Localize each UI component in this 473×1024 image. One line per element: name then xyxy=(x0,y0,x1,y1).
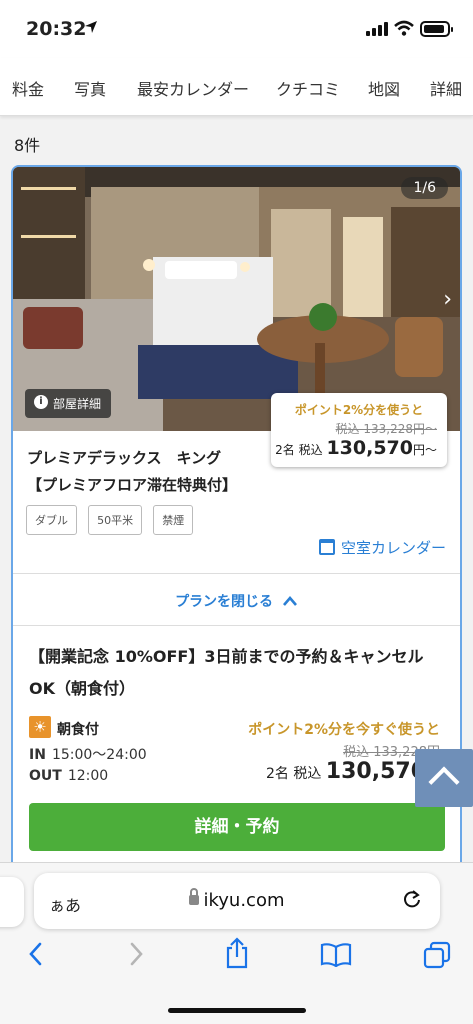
room-tags: ダブル 50平米 禁煙 xyxy=(26,505,199,535)
calendar-icon xyxy=(318,539,335,555)
divider xyxy=(13,573,460,574)
home-indicator xyxy=(168,1008,306,1013)
tabs-icon[interactable] xyxy=(422,941,452,969)
checkin-label: IN xyxy=(29,747,46,763)
tag-bed-type: ダブル xyxy=(26,505,77,535)
url-display: ikyu.com xyxy=(34,888,440,911)
room-current-price: 2名 税込 130,570円〜 xyxy=(275,437,437,459)
tab-reviews[interactable]: クチコミ xyxy=(276,76,340,100)
vacancy-calendar-label: 空室カレンダー xyxy=(340,539,446,557)
divider xyxy=(13,625,460,626)
room-detail-label: 部屋詳細 xyxy=(53,397,102,411)
room-price-suffix: 円〜 xyxy=(412,443,437,457)
room-name-line1: プレミアデラックス キング xyxy=(27,449,222,467)
bookmarks-icon[interactable] xyxy=(320,943,352,967)
room-photo[interactable]: 1/6 › i 部屋詳細 xyxy=(13,167,460,431)
address-bar[interactable]: ぁあ ikyu.com xyxy=(34,873,440,929)
close-plans-label: プランを閉じる xyxy=(175,594,274,610)
section-tabs: 料金 写真 最安カレンダー クチコミ 地図 詳細 xyxy=(0,58,473,116)
room-detail-button[interactable]: i 部屋詳細 xyxy=(25,389,112,418)
tag-smoking: 禁煙 xyxy=(153,505,194,535)
checkout-time: 12:00 xyxy=(67,768,109,784)
tab-price[interactable]: 料金 xyxy=(12,76,44,100)
reload-icon[interactable] xyxy=(402,889,422,909)
previous-tab-pill[interactable] xyxy=(0,877,24,927)
tab-photos[interactable]: 写真 xyxy=(74,76,106,100)
status-bar: 20:32 xyxy=(0,0,473,58)
photo-counter: 1/6 xyxy=(401,177,448,199)
browser-toolbar: ぁあ ikyu.com xyxy=(0,862,473,1024)
share-icon[interactable] xyxy=(224,937,250,969)
breakfast-sun-icon: ☀ xyxy=(29,716,51,738)
tab-details[interactable]: 詳細 xyxy=(430,76,462,100)
url-text: ikyu.com xyxy=(203,890,285,911)
lock-icon xyxy=(189,888,200,905)
room-people-tax: 2名 税込 xyxy=(275,443,323,457)
tab-map[interactable]: 地図 xyxy=(368,76,400,100)
chevron-up-icon xyxy=(282,596,297,606)
close-plans-button[interactable]: プランを閉じる xyxy=(13,591,460,611)
plan-price-value: 130,570 xyxy=(325,759,426,784)
scroll-to-top-button[interactable] xyxy=(415,749,473,807)
room-price-box: ポイント2%分を使うと 税込 133,228円〜 2名 税込 130,570円〜 xyxy=(271,393,447,467)
location-arrow-icon xyxy=(85,21,97,33)
meal-label: 朝食付 xyxy=(57,722,99,738)
cellular-signal-icon xyxy=(366,22,388,36)
back-icon[interactable] xyxy=(26,941,46,967)
checkin-time: 15:00〜24:00 xyxy=(51,747,147,763)
room-name-line2: 【プレミアフロア滞在特典付】 xyxy=(27,476,238,494)
tag-room-size: 50平米 xyxy=(88,505,143,535)
plan-current-price: 2名 税込 130,570円 xyxy=(266,759,440,784)
info-icon: i xyxy=(34,395,48,409)
plan-title: 【開業記念 10%OFF】3日前までの予約＆キャンセルOK（朝食付） xyxy=(29,647,424,698)
chevron-up-icon xyxy=(428,766,460,798)
wifi-icon xyxy=(394,20,414,36)
battery-icon xyxy=(420,21,453,37)
vacancy-calendar-link[interactable]: 空室カレンダー xyxy=(318,537,446,558)
checkout-info: OUT 12:00 xyxy=(29,768,108,784)
room-card: 1/6 › i 部屋詳細 ポイント2%分を使うと 税込 133,228円〜 2名… xyxy=(11,165,462,885)
result-count: 8件 xyxy=(14,136,41,155)
status-time: 20:32 xyxy=(26,18,87,40)
detail-reserve-button[interactable]: 詳細・予約 xyxy=(29,803,445,851)
room-name: プレミアデラックス キング 【プレミアフロア滞在特典付】 xyxy=(27,445,237,499)
forward-icon[interactable] xyxy=(126,941,146,967)
room-price-value: 130,570 xyxy=(326,437,413,459)
plan-people-tax: 2名 税込 xyxy=(265,766,322,782)
checkout-label: OUT xyxy=(29,768,62,784)
room-points-text: ポイント2%分を使うと xyxy=(294,403,424,417)
next-photo-chevron-icon[interactable]: › xyxy=(443,287,452,312)
checkin-info: IN 15:00〜24:00 xyxy=(29,744,147,764)
tab-cheapest-calendar[interactable]: 最安カレンダー xyxy=(137,76,249,100)
plan-points-text: ポイント2%分を今すぐ使うと xyxy=(248,722,440,738)
room-old-price: 税込 133,228円〜 xyxy=(335,422,437,436)
